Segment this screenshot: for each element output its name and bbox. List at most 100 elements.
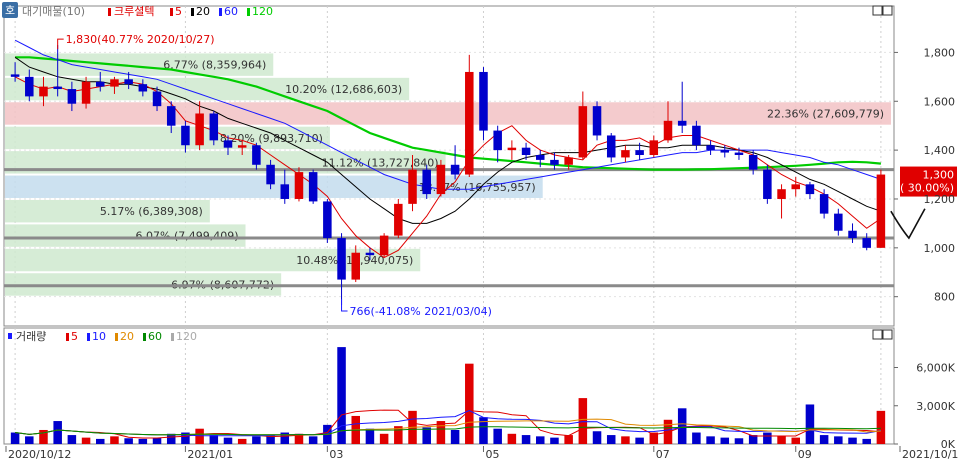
candle-body — [777, 189, 786, 199]
volume-bar — [819, 435, 829, 444]
date-tick-label: 07 — [656, 448, 670, 460]
price-tick-label: 800 — [934, 291, 955, 304]
price-tick-label: 1,400 — [924, 144, 956, 157]
candle-body — [195, 113, 204, 146]
volume-legend-ma: 5 — [71, 330, 78, 343]
volume-bar — [53, 421, 62, 444]
legend-swatch — [87, 333, 90, 341]
candle-body — [465, 71, 474, 175]
candle-body — [734, 152, 744, 156]
candle-body — [209, 113, 219, 141]
current-price: 1,300 — [923, 169, 955, 182]
volume-bar — [209, 435, 219, 444]
candle-body — [379, 235, 389, 256]
volume-legend-ma: 60 — [148, 330, 162, 343]
candle-body — [677, 120, 687, 126]
candle-body — [621, 150, 630, 158]
candle-body — [834, 213, 843, 231]
high-annotation: 1,830(40.77% 2020/10/27) — [66, 33, 215, 46]
legend-swatch — [171, 333, 174, 341]
legend-swatch — [115, 333, 118, 341]
volume-bar — [10, 432, 20, 444]
volume-bar — [365, 428, 375, 444]
supply-zone-label: 11.12% (13,727,840) — [322, 156, 439, 169]
volume-bar — [195, 428, 204, 444]
supply-zone-label: 10.20% (12,686,603) — [285, 83, 402, 96]
candle-body — [763, 169, 772, 199]
volume-legend-label: 거래량 — [16, 330, 46, 343]
volume-bar — [734, 438, 744, 444]
candle-body — [606, 135, 616, 158]
projection-line — [890, 208, 926, 240]
candle-body — [266, 164, 275, 185]
legend-swatch — [66, 333, 69, 341]
supply-zone-label: 6.77% (8,359,964) — [163, 59, 266, 72]
volume-bar — [465, 363, 474, 444]
candle-body — [308, 172, 318, 202]
volume-tick-label: 3,000K — [916, 400, 955, 413]
candle-body — [252, 145, 261, 165]
candle-body — [479, 71, 488, 131]
volume-bar — [621, 436, 630, 444]
close-icon[interactable] — [882, 329, 893, 340]
stock-chart-window: 6.77% (8,359,964) 10.20% (12,686,603) 22.3… — [0, 0, 959, 461]
candle-body — [394, 203, 403, 236]
candle-body — [337, 238, 346, 280]
candle-body — [592, 106, 602, 136]
volume-bar — [862, 438, 871, 444]
candle-body — [81, 81, 91, 104]
legend-swatch — [219, 8, 222, 16]
chart-canvas: 6.77% (8,359,964) 10.20% (12,686,603) 22.3… — [2, 2, 959, 461]
volume-bar — [308, 436, 318, 444]
candle-body — [53, 86, 62, 90]
side-button-label[interactable]: 호 — [5, 4, 15, 17]
candle-body — [819, 194, 829, 214]
candle-body — [280, 184, 290, 199]
date-axis: 2020/10/12 2021/01 03 05 07 09 2021/10/13 — [5, 446, 959, 461]
candle-body — [25, 76, 34, 97]
supply-zone-label: 13.57% (16,755,957) — [419, 181, 536, 194]
price-legend-ma: 120 — [252, 5, 273, 18]
price-tick-label: 1,800 — [924, 46, 956, 59]
legend-swatch — [191, 8, 194, 16]
volume-bar — [450, 429, 460, 444]
volume-bar — [252, 436, 261, 444]
candle-body — [365, 252, 375, 256]
candle-body — [578, 106, 588, 158]
candle-body — [663, 120, 673, 141]
volume-bar — [493, 428, 502, 444]
candle-body — [408, 169, 417, 204]
date-tick-label: 2021/10/13 — [902, 448, 959, 460]
volume-bar — [677, 408, 687, 444]
candle-body — [493, 130, 502, 151]
candle-body — [124, 79, 133, 85]
restore-icon[interactable] — [872, 5, 883, 16]
price-legend-ma: 5 — [175, 5, 182, 18]
price-tick-label: 1,600 — [924, 95, 956, 108]
volume-bar — [223, 437, 233, 444]
candle-body — [10, 74, 20, 77]
candle-body — [876, 174, 886, 248]
candle-body — [351, 252, 360, 280]
price-legend-prefix: 대기매물(10) — [22, 5, 85, 18]
volume-bar — [592, 431, 602, 444]
candle-body — [720, 150, 730, 153]
price-tick-label: 1,200 — [924, 193, 956, 206]
volume-bar — [848, 437, 857, 444]
candle-body — [450, 164, 460, 175]
candle-body — [67, 89, 77, 104]
candle-body — [550, 159, 559, 165]
candle-body — [748, 155, 758, 170]
supply-zone-label: 22.36% (27,609,779) — [767, 107, 884, 120]
restore-icon[interactable] — [872, 329, 883, 340]
price-legend-ma: 20 — [196, 5, 210, 18]
candle-body — [436, 164, 446, 195]
candle-body — [39, 86, 48, 97]
candle-body — [521, 147, 531, 156]
date-tick-label: 2020/10/12 — [8, 448, 71, 460]
volume-panel-frame — [3, 327, 895, 445]
close-icon[interactable] — [882, 5, 893, 16]
volume-bar — [635, 437, 644, 444]
candle-body — [223, 140, 233, 148]
volume-bar — [507, 433, 517, 444]
